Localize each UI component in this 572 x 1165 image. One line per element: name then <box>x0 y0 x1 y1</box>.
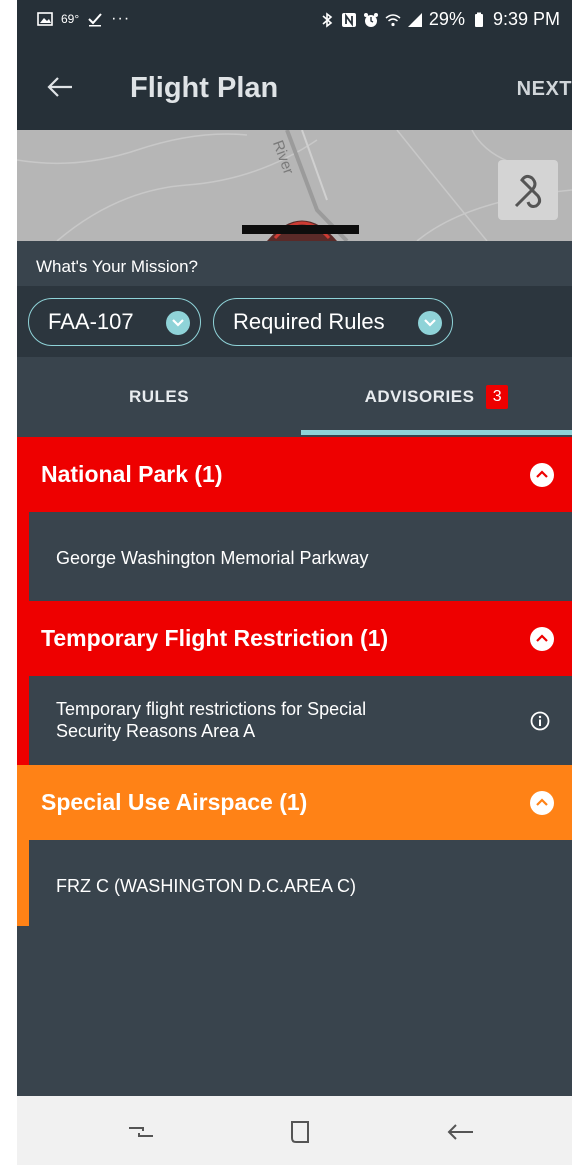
back-arrow-icon[interactable] <box>45 72 75 102</box>
advisory-text: George Washington Memorial Parkway <box>56 548 369 568</box>
mission-section: What's Your Mission? <box>17 241 572 286</box>
status-more: ··· <box>111 10 131 27</box>
tab-rules-label: RULES <box>128 387 190 406</box>
info-icon[interactable] <box>530 711 550 731</box>
tab-bar: RULES ADVISORIES 3 <box>17 357 572 437</box>
advisory-item[interactable]: Temporary flight restrictions for Specia… <box>17 676 572 765</box>
item-stripe <box>17 676 29 765</box>
item-stripe <box>17 840 29 928</box>
map-view[interactable]: River <box>17 130 572 241</box>
required-rules-chip[interactable]: Required Rules <box>213 298 453 346</box>
back-icon[interactable] <box>441 1114 477 1150</box>
chevron-up-icon[interactable] <box>530 463 554 487</box>
battery-icon <box>474 12 483 27</box>
group-header-tfr[interactable]: Temporary Flight Restriction (1) <box>17 601 572 676</box>
home-icon[interactable] <box>282 1114 318 1150</box>
tab-advisories-label: ADVISORIES <box>364 387 475 406</box>
signal-icon <box>407 12 422 27</box>
bluetooth-icon <box>322 11 333 28</box>
next-button[interactable]: NEXT <box>517 78 572 101</box>
status-time: 9:39 PM <box>492 9 560 29</box>
faa-107-chip[interactable]: FAA-107 <box>28 298 201 346</box>
app-bar: Flight Plan NEXT <box>17 46 572 130</box>
chevron-down-icon <box>166 311 190 335</box>
recent-apps-icon[interactable] <box>123 1114 159 1150</box>
advisory-text: FRZ C (WASHINGTON D.C.AREA C) <box>56 876 357 896</box>
check-icon <box>88 13 102 27</box>
advisory-text-line: Security Reasons Area A <box>56 721 256 741</box>
chevron-up-icon[interactable] <box>530 627 554 651</box>
mission-label: What's Your Mission? <box>36 257 198 276</box>
alarm-icon <box>363 12 378 27</box>
system-nav-bar <box>17 1096 572 1165</box>
wifi-icon <box>385 13 401 26</box>
chevron-up-icon[interactable] <box>530 791 554 815</box>
battery-percent: 29% <box>428 9 465 29</box>
chevron-down-icon <box>418 311 442 335</box>
route-icon <box>514 174 542 208</box>
mission-chips: FAA-107 Required Rules <box>17 286 572 357</box>
group-header-special-use-airspace[interactable]: Special Use Airspace (1) <box>17 765 572 840</box>
item-stripe <box>17 512 29 601</box>
empty-area <box>17 926 572 1096</box>
group-title: National Park (1) <box>41 461 223 487</box>
advisory-item[interactable]: George Washington Memorial Parkway <box>17 512 572 601</box>
chip-label: Required Rules <box>233 309 385 334</box>
page-title: Flight Plan <box>130 72 279 104</box>
active-tab-indicator <box>301 430 572 435</box>
gallery-icon <box>37 12 53 26</box>
nfc-icon <box>341 12 356 27</box>
chip-label: FAA-107 <box>48 309 134 334</box>
group-title: Special Use Airspace (1) <box>41 789 308 815</box>
status-bar: 69° ··· 29% 9:39 PM <box>17 0 572 46</box>
advisory-text: Temporary flight restrictions for Specia… <box>56 698 366 742</box>
group-header-national-park[interactable]: National Park (1) <box>17 437 572 512</box>
app-screen: 69° ··· 29% 9:39 PM Flight Plan NEXT Riv… <box>17 0 572 1165</box>
status-temperature: 69° <box>61 12 80 26</box>
drag-handle[interactable] <box>242 225 359 234</box>
tab-advisories[interactable]: ADVISORIES 3 <box>301 357 572 437</box>
group-title: Temporary Flight Restriction (1) <box>41 625 389 651</box>
tab-rules[interactable]: RULES <box>17 357 301 437</box>
advisory-item[interactable]: FRZ C (WASHINGTON D.C.AREA C) <box>17 840 572 928</box>
advisory-text-line: Temporary flight restrictions for Specia… <box>56 699 367 719</box>
route-button[interactable] <box>498 160 558 220</box>
advisories-count-badge: 3 <box>486 385 509 409</box>
